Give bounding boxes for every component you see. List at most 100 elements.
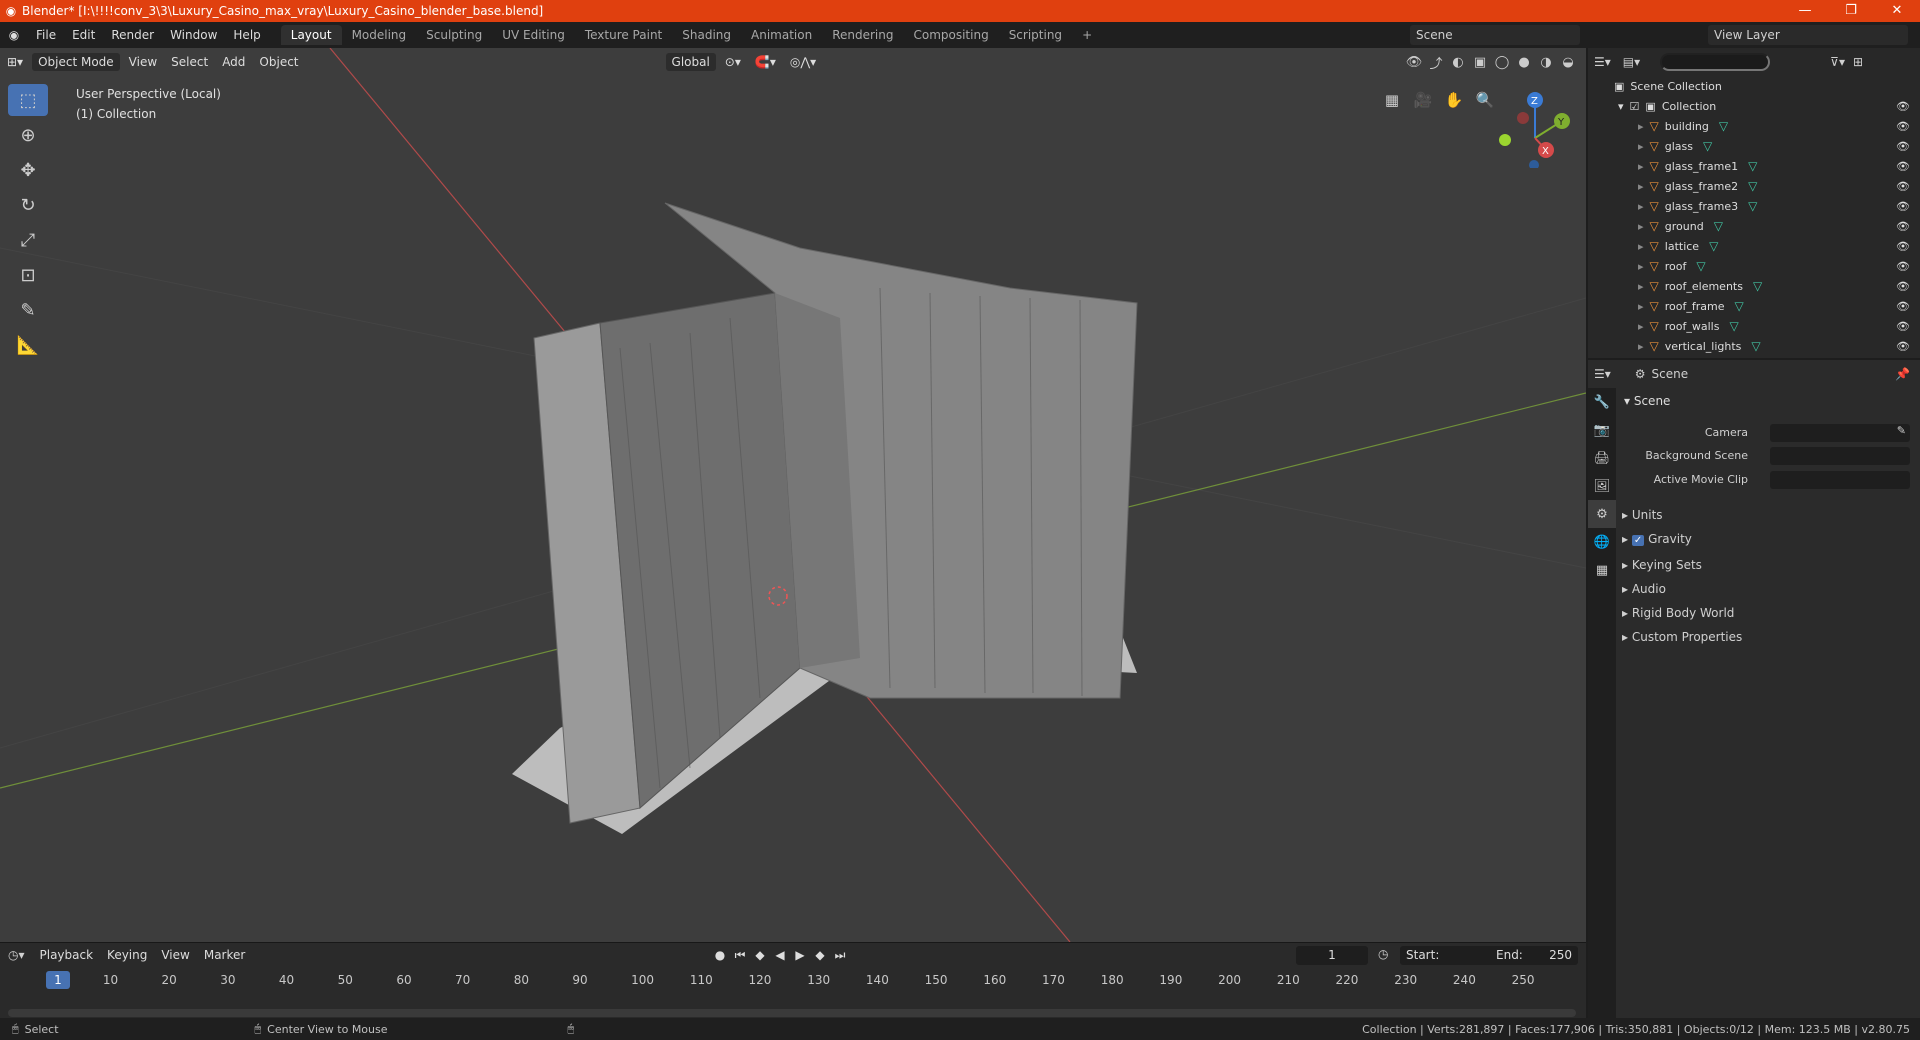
menu-add[interactable]: Add xyxy=(215,53,252,71)
outliner-row-object[interactable]: ▸ ▽ lattice ▽ 👁 xyxy=(1588,236,1920,256)
tab-shading[interactable]: Shading xyxy=(672,25,741,45)
menu-file[interactable]: File xyxy=(28,28,64,42)
view-layer-tab-icon[interactable]: 🖼 xyxy=(1588,472,1616,500)
rotate-icon[interactable]: ↻ xyxy=(8,189,48,221)
3d-viewport[interactable]: ⊞▾ Object Mode View Select Add Object Gl… xyxy=(0,48,1586,942)
pivot-icon[interactable]: ⊙▾ xyxy=(718,53,748,71)
close-button[interactable]: ✕ xyxy=(1874,0,1920,22)
menu-help[interactable]: Help xyxy=(225,28,268,42)
tab-compositing[interactable]: Compositing xyxy=(903,25,998,45)
expand-arrow-icon[interactable]: ▸ xyxy=(1638,220,1644,233)
cursor-icon[interactable]: ⊕ xyxy=(8,119,48,151)
scene-selector[interactable]: Scene xyxy=(1410,25,1580,45)
eye-icon[interactable]: 👁 xyxy=(1896,260,1910,273)
properties-editor-icon[interactable]: ☰▾ xyxy=(1594,367,1611,381)
expand-arrow-icon[interactable]: ▸ xyxy=(1638,160,1644,173)
tool-tab-icon[interactable]: 🔧 xyxy=(1588,388,1616,416)
menu-render[interactable]: Render xyxy=(103,28,162,42)
eye-icon[interactable]: 👁 xyxy=(1896,220,1910,233)
outliner-row-object[interactable]: ▸ ▽ roof_elements ▽ 👁 xyxy=(1588,276,1920,296)
tab-rendering[interactable]: Rendering xyxy=(822,25,903,45)
eye-icon[interactable]: 👁 xyxy=(1896,100,1910,113)
outliner-row-object[interactable]: ▸ ▽ glass_frame3 ▽ 👁 xyxy=(1588,196,1920,216)
move-icon[interactable]: ✥ xyxy=(8,154,48,186)
add-workspace-button[interactable]: + xyxy=(1072,25,1102,45)
eye-icon[interactable]: 👁 xyxy=(1896,340,1910,353)
timeline-editor-icon[interactable]: ◷▾ xyxy=(8,948,25,962)
select-box-icon[interactable]: ⬚ xyxy=(8,84,48,116)
menu-edit[interactable]: Edit xyxy=(64,28,103,42)
display-mode-icon[interactable]: ▤▾ xyxy=(1623,55,1640,69)
current-frame-field[interactable]: 1 xyxy=(1296,946,1368,965)
eye-icon[interactable]: 👁 xyxy=(1896,240,1910,253)
subpanel-custom-properties[interactable]: ▸ Custom Properties xyxy=(1622,625,1742,649)
playhead[interactable]: 1 xyxy=(46,971,70,989)
expand-arrow-icon[interactable]: ▸ xyxy=(1638,120,1644,133)
transform-icon[interactable]: ⊡ xyxy=(8,259,48,291)
eyedropper-icon[interactable]: ✎ xyxy=(1897,424,1906,437)
outliner-search-input[interactable] xyxy=(1660,53,1771,71)
maximize-button[interactable]: ❐ xyxy=(1828,0,1874,22)
expand-arrow-icon[interactable]: ▸ xyxy=(1638,280,1644,293)
pan-hand-icon[interactable]: ✋ xyxy=(1440,86,1468,114)
overlay-toggle-icon[interactable]: ◐ xyxy=(1448,52,1468,72)
expand-arrow-icon[interactable]: ▾ xyxy=(1618,100,1624,113)
subpanel-gravity[interactable]: ▸ ✓ Gravity xyxy=(1622,527,1742,553)
building-model[interactable] xyxy=(512,202,1138,834)
record-icon[interactable]: ● xyxy=(710,946,730,965)
menu-window[interactable]: Window xyxy=(162,28,225,42)
transform-orientation-dropdown[interactable]: Global xyxy=(665,53,716,71)
blender-menu-icon[interactable]: ◉ xyxy=(0,28,28,42)
filter-icon[interactable]: ⊽▾ xyxy=(1830,55,1845,69)
annotate-icon[interactable]: ✎ xyxy=(8,294,48,326)
outliner-row-object[interactable]: ▸ ▽ glass_frame1 ▽ 👁 xyxy=(1588,156,1920,176)
solid-shading-icon[interactable]: ● xyxy=(1514,52,1534,72)
scene-panel-header[interactable]: ▾ Scene xyxy=(1624,394,1670,408)
menu-select[interactable]: Select xyxy=(164,53,215,71)
expand-arrow-icon[interactable]: ▸ xyxy=(1638,240,1644,253)
menu-view[interactable]: View xyxy=(122,53,164,71)
editor-type-icon[interactable]: ⊞▾ xyxy=(0,53,30,71)
eye-icon[interactable]: 👁 xyxy=(1896,280,1910,293)
render-tab-icon[interactable]: 📷 xyxy=(1588,416,1616,444)
expand-arrow-icon[interactable]: ▸ xyxy=(1638,340,1644,353)
menu-object[interactable]: Object xyxy=(252,53,305,71)
eye-icon[interactable]: 👁 xyxy=(1896,300,1910,313)
xray-icon[interactable]: ▣ xyxy=(1470,52,1490,72)
snap-icon[interactable]: 🧲▾ xyxy=(748,53,783,71)
tab-uv-editing[interactable]: UV Editing xyxy=(492,25,575,45)
end-frame-field[interactable]: End: 250 xyxy=(1490,946,1578,965)
output-tab-icon[interactable]: 🖨 xyxy=(1588,444,1616,472)
scene-tab-icon[interactable]: ⚙ xyxy=(1588,500,1616,528)
timeline-ruler[interactable]: 1102030405060708090100110120130140150160… xyxy=(0,971,1586,991)
rendered-shading-icon[interactable]: ◒ xyxy=(1558,52,1578,72)
camera-view-icon[interactable]: 🎥 xyxy=(1409,86,1437,114)
outliner-row-collection[interactable]: ▾ ☑ ▣ Collection 👁 xyxy=(1588,96,1920,116)
tab-texture-paint[interactable]: Texture Paint xyxy=(575,25,672,45)
camera-field[interactable]: ✎ xyxy=(1770,424,1910,442)
expand-arrow-icon[interactable]: ▸ xyxy=(1638,320,1644,333)
prev-keyframe-icon[interactable]: ◆ xyxy=(750,946,770,965)
eye-icon[interactable]: 👁 xyxy=(1896,200,1910,213)
subpanel-audio[interactable]: ▸ Audio xyxy=(1622,577,1742,601)
play-icon[interactable]: ▶ xyxy=(790,946,810,965)
subpanel-keying-sets[interactable]: ▸ Keying Sets xyxy=(1622,553,1742,577)
jump-end-icon[interactable]: ⏭ xyxy=(830,946,850,965)
material-shading-icon[interactable]: ◑ xyxy=(1536,52,1556,72)
outliner-editor-icon[interactable]: ☰▾ xyxy=(1594,55,1611,69)
tab-modeling[interactable]: Modeling xyxy=(342,25,417,45)
gravity-checkbox[interactable]: ✓ xyxy=(1631,535,1645,546)
view-layer-selector[interactable]: View Layer xyxy=(1708,25,1908,45)
eye-icon[interactable]: 👁 xyxy=(1896,160,1910,173)
eye-icon[interactable]: 👁 xyxy=(1896,140,1910,153)
scale-icon[interactable]: ⤢ xyxy=(8,224,48,256)
eye-icon[interactable]: 👁 xyxy=(1896,120,1910,133)
outliner-row-object[interactable]: ▸ ▽ ground ▽ 👁 xyxy=(1588,216,1920,236)
outliner-row-object[interactable]: ▸ ▽ glass ▽ 👁 xyxy=(1588,136,1920,156)
subpanel-units[interactable]: ▸ Units xyxy=(1622,503,1742,527)
eye-icon[interactable]: 👁 xyxy=(1896,320,1910,333)
navigation-gizmo[interactable]: Z Y X xyxy=(1490,88,1570,168)
outliner-row-object[interactable]: ▸ ▽ roof ▽ 👁 xyxy=(1588,256,1920,276)
menu-keying[interactable]: Keying xyxy=(100,946,154,964)
outliner-row-object[interactable]: ▸ ▽ building ▽ 👁 xyxy=(1588,116,1920,136)
